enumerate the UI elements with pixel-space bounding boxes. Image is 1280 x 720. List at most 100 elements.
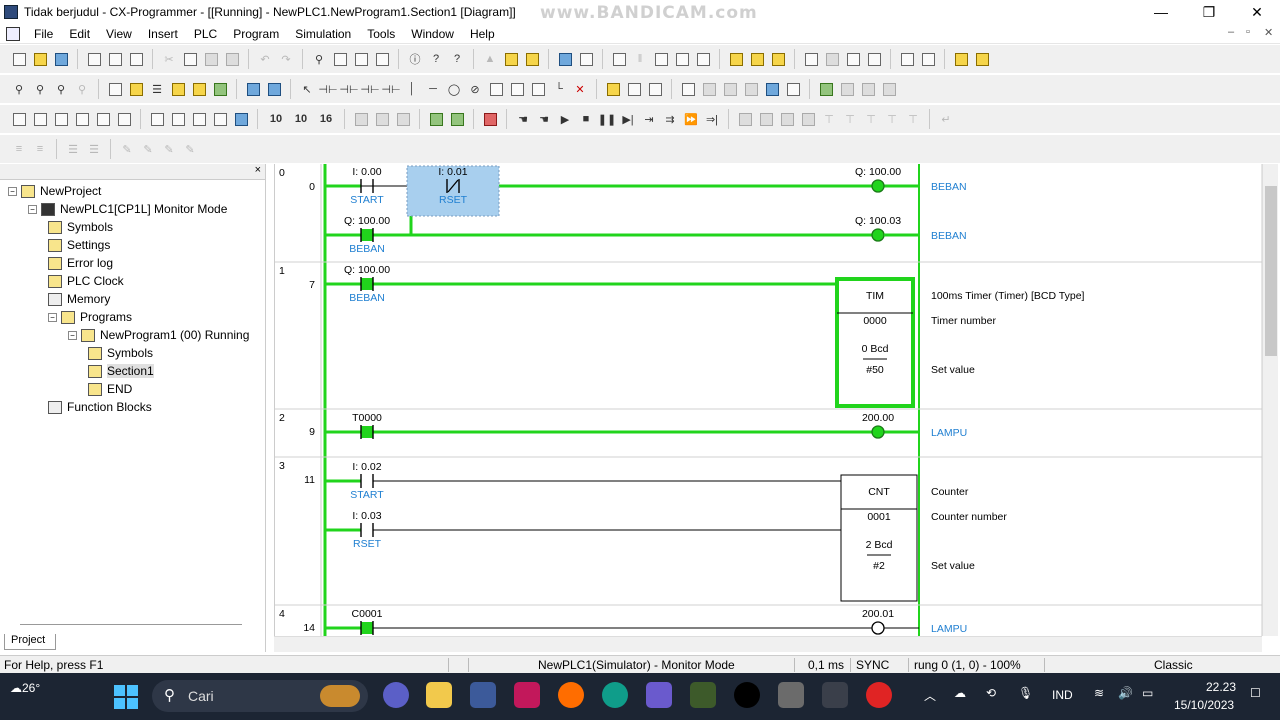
data-trace-3-icon[interactable] [190, 110, 208, 128]
force-on-icon[interactable] [727, 50, 745, 68]
step-in-icon[interactable] [352, 110, 370, 128]
bit-line-icon[interactable]: └ [550, 80, 568, 98]
program-view-icon[interactable] [10, 110, 28, 128]
new-instruction-icon[interactable] [508, 80, 526, 98]
data-trace-5-icon[interactable] [232, 110, 250, 128]
new-coil-icon[interactable]: ◯ [445, 80, 463, 98]
plc-setup-icon[interactable] [763, 80, 781, 98]
show-comments-icon[interactable] [127, 80, 145, 98]
online-edit-send-icon[interactable] [673, 50, 691, 68]
tree-collapse-toggle[interactable]: − [48, 312, 57, 322]
menu-view[interactable]: View [98, 27, 140, 41]
weather-icon[interactable]: ☁ [10, 681, 22, 695]
view-mnemonic-icon[interactable] [823, 50, 841, 68]
sim-window-icon[interactable] [427, 110, 445, 128]
tree-collapse-toggle[interactable]: − [28, 204, 37, 214]
sim-pause-icon[interactable]: ❚❚ [598, 110, 616, 128]
menu-plc[interactable]: PLC [186, 27, 225, 41]
table-view-icon[interactable] [52, 110, 70, 128]
game-icon[interactable] [690, 682, 716, 708]
io-table-icon[interactable] [679, 80, 697, 98]
monitor-mode-icon[interactable] [502, 50, 520, 68]
ladder-diagram[interactable]: 0 0 1 7 2 9 3 11 4 14 I: 0.00 START I: 0.01 RSET Q: 10… [274, 164, 1262, 636]
project-tab[interactable]: Project [4, 634, 56, 650]
print-preview-icon[interactable] [85, 50, 103, 68]
view-ladder-icon[interactable] [802, 50, 820, 68]
zoom-in-icon[interactable]: ⚲ [10, 80, 28, 98]
cross-reference-icon[interactable] [373, 50, 391, 68]
cut-icon[interactable]: ✂ [160, 50, 178, 68]
sim-stop-icon[interactable]: ■ [577, 110, 595, 128]
symbol-view-icon[interactable] [31, 110, 49, 128]
volume-icon[interactable]: 🔊 [1118, 686, 1133, 700]
tree-item-memory[interactable]: Memory [48, 290, 110, 308]
microphone-icon[interactable]: 🎙 [1018, 686, 1033, 700]
sim-run-icon[interactable]: ▶ [556, 110, 574, 128]
tool-icon[interactable]: ✎ [118, 140, 136, 158]
cycle-time-icon[interactable] [784, 80, 802, 98]
tool-4-icon[interactable]: ✎ [181, 140, 199, 158]
step-out-icon[interactable] [394, 110, 412, 128]
minimize-button[interactable]: — [1138, 0, 1184, 24]
tiktok-icon[interactable] [734, 682, 760, 708]
tree-item-section1[interactable]: Section1 [88, 362, 154, 380]
start-button-icon[interactable] [114, 685, 138, 709]
data-trace-2-icon[interactable] [169, 110, 187, 128]
notification-icon[interactable]: ☐ [1250, 686, 1261, 700]
sim-fast-forward-icon[interactable]: ⏩ [682, 110, 700, 128]
step-view-icon[interactable] [73, 110, 91, 128]
new-icon[interactable] [10, 50, 28, 68]
zoom-10-alt-button[interactable]: 10 [290, 110, 312, 128]
new-pou-icon[interactable] [487, 80, 505, 98]
mdi-close-button[interactable]: ✕ [1264, 26, 1273, 39]
close-button[interactable]: ✕ [1234, 0, 1280, 24]
tree-collapse-toggle[interactable]: − [8, 186, 17, 196]
onedrive-icon[interactable]: ☁ [954, 686, 966, 700]
list-icon[interactable]: ☰ [64, 140, 82, 158]
teams-icon[interactable] [383, 682, 409, 708]
tree-item-error-log[interactable]: Error log [48, 254, 113, 272]
sim-step-icon[interactable]: ▶| [619, 110, 637, 128]
view-local-symbols-icon[interactable] [844, 50, 862, 68]
break-3-icon[interactable] [778, 110, 796, 128]
work-online-icon[interactable]: ▲ [481, 50, 499, 68]
sim-step-over-icon[interactable]: ⇉ [661, 110, 679, 128]
simulator-taskbar-icon[interactable] [822, 682, 848, 708]
new-closed-coil-icon[interactable]: ⊘ [466, 80, 484, 98]
taskbar-search[interactable]: ⚲ Cari [152, 680, 368, 712]
sim-step-in-icon[interactable]: ⇥ [640, 110, 658, 128]
monitor-window-3-icon[interactable] [859, 80, 877, 98]
address-reference-icon[interactable] [352, 50, 370, 68]
cx-programmer-taskbar-icon[interactable] [778, 682, 804, 708]
watch-window-2-icon[interactable] [919, 50, 937, 68]
select-mode-icon[interactable]: ↖ [298, 80, 316, 98]
zoom-out-icon[interactable]: ⚲ [52, 80, 70, 98]
replace-icon[interactable] [331, 50, 349, 68]
sim-hand-2-icon[interactable]: ☚ [535, 110, 553, 128]
show-tree-icon[interactable] [211, 80, 229, 98]
document-menu-icon[interactable] [6, 26, 20, 41]
ladder-svg[interactable]: 0 0 1 7 2 9 3 11 4 14 I: 0.00 START I: 0.01 RSET Q: 10… [275, 164, 1262, 636]
menu-help[interactable]: Help [462, 27, 503, 41]
rung-properties-icon[interactable] [604, 80, 622, 98]
tool-2-icon[interactable]: ✎ [139, 140, 157, 158]
paste-icon[interactable] [202, 50, 220, 68]
step-over-icon[interactable] [373, 110, 391, 128]
sim-hand-icon[interactable]: ☚ [514, 110, 532, 128]
zoom-search-icon[interactable]: ⚲ [31, 80, 49, 98]
tree-item-newplc1-cp1l-monitor-mode[interactable]: − NewPLC1[CP1L] Monitor Mode [28, 200, 227, 218]
compare-icon[interactable] [577, 50, 595, 68]
mdi-minimize-button[interactable]: – [1228, 26, 1234, 38]
monitor-window-4-icon[interactable] [880, 80, 898, 98]
monitor-window-2-icon[interactable] [838, 80, 856, 98]
open-icon[interactable] [31, 50, 49, 68]
menu-tools[interactable]: Tools [359, 27, 403, 41]
wifi-icon[interactable]: ≋ [1094, 686, 1104, 700]
clock-date[interactable]: 15/10/2023 [1174, 698, 1234, 712]
new-vertical-icon[interactable]: │ [403, 80, 421, 98]
sync-icon[interactable]: ⟲ [986, 686, 996, 700]
app-grid-icon[interactable] [514, 682, 540, 708]
print-icon[interactable] [106, 50, 124, 68]
data-trace-icon[interactable] [148, 110, 166, 128]
force-cancel-icon[interactable] [769, 50, 787, 68]
